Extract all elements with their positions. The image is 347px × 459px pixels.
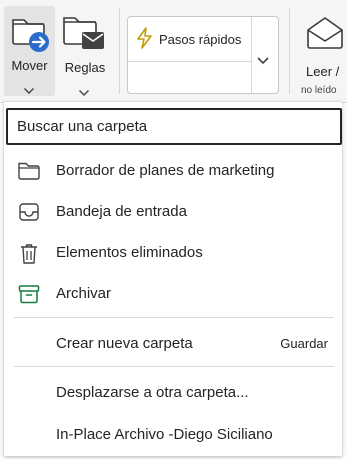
move-folder-icon	[10, 12, 50, 57]
quick-steps-item[interactable]: Pasos rápidos	[128, 17, 252, 62]
archive-icon	[17, 283, 41, 310]
move-label: Mover	[11, 58, 48, 73]
trash-icon	[17, 242, 41, 271]
ribbon-divider	[119, 8, 120, 94]
menu-separator	[14, 317, 334, 318]
folder-icon	[17, 160, 41, 187]
create-new-folder-label: Crear nueva carpeta	[56, 335, 193, 352]
folder-item-marketing[interactable]: Borrador de planes de marketing	[4, 152, 342, 190]
move-dropdown-menu: Borrador de planes de marketing Bandeja …	[4, 102, 342, 456]
ribbon-divider	[289, 8, 290, 94]
rules-button[interactable]: Reglas	[58, 6, 112, 96]
folder-search-input[interactable]	[6, 108, 342, 145]
read-label: Leer /	[306, 64, 340, 79]
create-new-folder-item[interactable]: Crear nueva carpeta Guardar	[4, 325, 342, 363]
chevron-down-icon	[23, 82, 35, 100]
quick-steps-expand-icon[interactable]	[256, 53, 270, 71]
other-folder-label: Desplazarse a otra carpeta...	[56, 384, 249, 401]
lightning-icon	[135, 27, 153, 54]
chevron-down-icon	[78, 84, 90, 102]
folder-label: Archivar	[56, 285, 112, 302]
read-sub-label: no leído	[301, 85, 337, 96]
folder-item-archive[interactable]: Archivar	[4, 275, 342, 313]
rules-label: Reglas	[64, 60, 106, 75]
open-envelope-icon	[305, 12, 345, 57]
rules-folder-icon	[62, 12, 106, 59]
move-to-other-folder-item[interactable]: Desplazarse a otra carpeta...	[4, 374, 342, 412]
quick-steps-gallery: Pasos rápidos	[127, 16, 279, 94]
folder-label: Bandeja de entrada	[56, 203, 187, 220]
read-unread-button[interactable]: Leer / no leído	[297, 6, 347, 96]
ribbon: Mover Reglas Pasos rápidos Leer / no leí…	[0, 0, 347, 103]
menu-separator	[14, 366, 334, 367]
quick-steps-empty-slot	[128, 62, 252, 93]
folder-item-deleted[interactable]: Elementos eliminados	[4, 234, 342, 272]
folder-label: Elementos eliminados	[56, 244, 203, 261]
folder-label: Borrador de planes de marketing	[56, 162, 275, 179]
in-place-archive-item[interactable]: In-Place Archivo -Diego Siciliano	[4, 416, 342, 454]
save-shortcut-label[interactable]: Guardar	[280, 336, 328, 351]
inbox-icon	[17, 201, 41, 228]
folder-item-inbox[interactable]: Bandeja de entrada	[4, 193, 342, 231]
move-button[interactable]: Mover	[4, 6, 55, 96]
quick-steps-label: Pasos rápidos	[159, 32, 242, 47]
in-place-archive-label: In-Place Archivo -Diego Siciliano	[56, 426, 273, 443]
